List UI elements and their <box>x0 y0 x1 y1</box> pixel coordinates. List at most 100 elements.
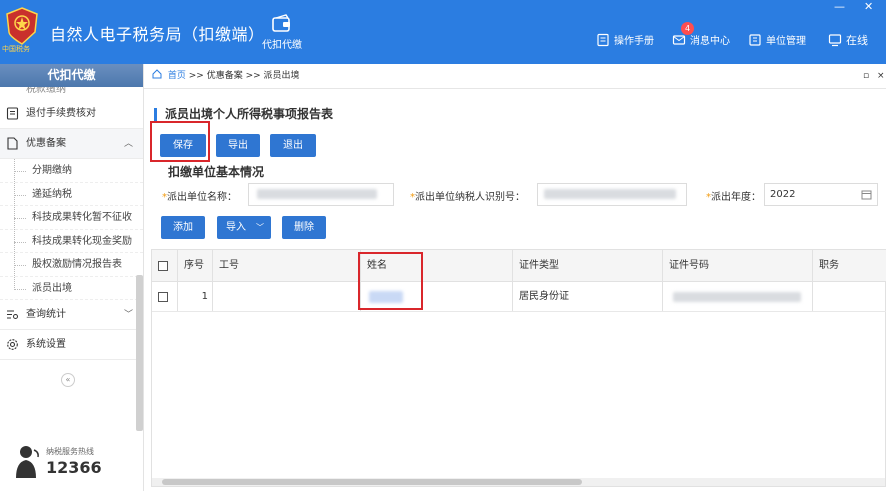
monitor-icon <box>828 34 842 47</box>
col-id-type: 证件类型 <box>513 250 663 281</box>
hotline-number: 12366 <box>46 458 102 477</box>
save-button[interactable]: 保存 <box>160 134 206 157</box>
sidebar-item-partial[interactable]: 税款缴纳 <box>0 87 143 99</box>
manual-link[interactable]: 操作手册 <box>596 32 654 47</box>
sidebar-subitem-tech-exempt[interactable]: 科技成果转化暂不征收 <box>0 206 143 230</box>
sidebar-subitem-equity-report[interactable]: 股权激励情况报告表 <box>0 253 143 277</box>
year-picker[interactable]: 2022 <box>764 183 878 206</box>
unit-label: 单位管理 <box>766 36 806 47</box>
calendar-icon <box>861 190 872 200</box>
row-checkbox[interactable] <box>158 292 168 302</box>
cell-id-number[interactable] <box>663 282 813 311</box>
sidebar-submenu: 分期缴纳 递延纳税 科技成果转化暂不征收 科技成果转化现金奖励 股权激励情况报告… <box>0 159 143 300</box>
cell-position[interactable] <box>813 282 886 311</box>
exit-button[interactable]: 退出 <box>270 134 316 157</box>
table-row[interactable]: 1 居民身份证 <box>152 282 886 312</box>
unit-name-label: *派出单位名称： <box>162 192 237 203</box>
logo-text: 中国税务 <box>2 45 30 53</box>
sidebar-item-settings[interactable]: 系统设置 <box>0 330 143 360</box>
sidebar-item-label: 优惠备案 <box>26 138 66 149</box>
sidebar-title: 代扣代缴 <box>0 64 143 87</box>
year-label: *派出年度： <box>706 192 761 203</box>
form-title: 派员出境个人所得税事项报告表 <box>154 108 333 121</box>
online-label: 在线 <box>846 34 868 47</box>
gear-icon <box>7 339 18 350</box>
select-all-cell <box>152 250 178 281</box>
manual-label: 操作手册 <box>614 36 654 47</box>
col-position: 职务 <box>819 260 839 271</box>
nav-module-label: 代扣代缴 <box>262 40 302 51</box>
add-button[interactable]: 添加 <box>161 216 205 239</box>
table-header: 序号 工号 姓名 证件类型 证件号码 职务 <box>152 250 886 282</box>
hotline-person-icon <box>16 446 39 478</box>
hotline-banner: 纳税服务热线 12366 <box>12 444 132 484</box>
sidebar-item-refund-fee[interactable]: 退付手续费核对 <box>0 99 143 129</box>
main-content: 首页 >> 优惠备案 >> 派员出境 ▫ × 派员出境个人所得税事项报告表 保存… <box>144 64 886 491</box>
unit-management-link[interactable]: 单位管理 <box>748 32 806 47</box>
delete-button[interactable]: 删除 <box>282 216 326 239</box>
manual-icon <box>597 33 609 46</box>
document-check-icon <box>6 107 19 120</box>
breadcrumb-home-link[interactable]: 首页 <box>168 71 186 81</box>
query-list-icon <box>7 310 18 319</box>
sidebar-item-label: 查询统计 <box>26 309 66 320</box>
app-header: 中国税务 自然人电子税务局（扣缴端） 代扣代缴 操作手册 4 消息中心 单位管理… <box>0 0 886 64</box>
sidebar: 代扣代缴 税款缴纳 退付手续费核对 优惠备案 ︿ 分期缴纳 递延纳税 科技成果转… <box>0 64 144 491</box>
staff-table: 序号 工号 姓名 证件类型 证件号码 职务 1 居民身份证 <box>151 249 886 487</box>
wallet-icon <box>272 14 290 32</box>
message-count-badge: 4 <box>681 22 694 35</box>
export-button[interactable]: 导出 <box>216 134 260 157</box>
sidebar-subitem-overseas[interactable]: 派员出境 <box>0 277 143 300</box>
chevron-down-icon: ﹀ <box>256 223 264 232</box>
cell-seq: 1 <box>178 282 213 311</box>
sidebar-subitem-deferred[interactable]: 递延纳税 <box>0 183 143 206</box>
redacted-id-number <box>673 292 801 302</box>
select-all-checkbox[interactable] <box>158 261 168 271</box>
tab-restore-button[interactable]: ▫ <box>863 64 869 89</box>
table-horizontal-scrollbar[interactable] <box>152 478 885 486</box>
sidebar-scrollbar[interactable] <box>136 275 143 431</box>
row-select-cell <box>152 282 178 311</box>
import-dropdown-button[interactable]: 导入 ﹀ <box>217 216 271 239</box>
taxpayer-id-label: *派出单位纳税人识别号： <box>410 192 525 203</box>
redacted-value <box>544 189 676 199</box>
col-emp-no: 工号 <box>213 250 361 281</box>
message-icon <box>672 34 686 45</box>
sidebar-item-query-stats[interactable]: 查询统计 ﹀ <box>0 300 143 330</box>
cell-id-type[interactable]: 居民身份证 <box>513 282 663 311</box>
file-icon <box>7 137 18 150</box>
message-center-link[interactable]: 4 消息中心 <box>672 22 730 47</box>
sidebar-item-preferential-filing[interactable]: 优惠备案 ︿ <box>0 129 143 159</box>
window-close-button[interactable]: ✕ <box>864 0 873 13</box>
unit-icon <box>749 33 761 46</box>
sidebar-subitem-tech-reward[interactable]: 科技成果转化现金奖励 <box>0 230 143 253</box>
breadcrumb-path: >> 优惠备案 >> 派员出境 <box>188 71 300 81</box>
cell-emp-no[interactable] <box>213 282 361 311</box>
unit-name-field[interactable] <box>248 183 394 206</box>
nav-module-withholding[interactable]: 代扣代缴 <box>256 10 308 60</box>
message-label: 消息中心 <box>690 36 730 47</box>
window-minimize-button[interactable]: — <box>834 0 845 13</box>
tab-close-button[interactable]: × <box>877 64 885 89</box>
taxpayer-id-field[interactable] <box>537 183 687 206</box>
col-id-number: 证件号码 <box>663 250 813 281</box>
hotline-label: 纳税服务热线 <box>46 447 94 456</box>
sidebar-item-label: 系统设置 <box>26 339 66 350</box>
import-label: 导入 <box>226 222 246 233</box>
section-title: 扣缴单位基本情况 <box>168 165 265 179</box>
sidebar-item-label: 退付手续费核对 <box>26 108 96 119</box>
home-icon <box>152 69 162 79</box>
online-status[interactable]: 在线 <box>828 32 868 48</box>
app-title: 自然人电子税务局（扣缴端） <box>50 25 265 44</box>
tax-emblem-icon <box>6 7 38 45</box>
breadcrumb: 首页 >> 优惠备案 >> 派员出境 ▫ × <box>144 64 886 89</box>
sidebar-subitem-installment[interactable]: 分期缴纳 <box>0 159 143 183</box>
sidebar-collapse-button[interactable]: « <box>61 373 75 387</box>
year-value: 2022 <box>770 189 796 200</box>
redacted-value <box>257 189 377 199</box>
chevron-up-icon: ︿ <box>123 139 133 149</box>
name-column-highlight-box <box>358 252 423 310</box>
col-seq: 序号 <box>178 250 213 281</box>
chevron-down-icon: ﹀ <box>123 310 133 320</box>
scrollbar-thumb[interactable] <box>162 479 582 485</box>
